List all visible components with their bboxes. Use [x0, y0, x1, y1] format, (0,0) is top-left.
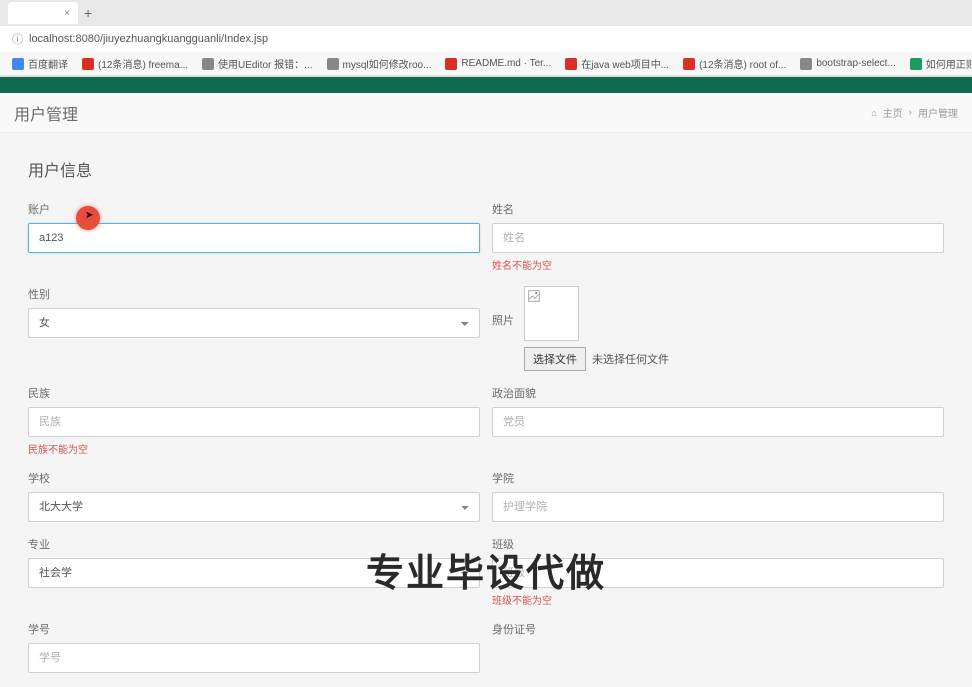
url-text: localhost:8080/jiuyezhuangkuangguanli/In…: [29, 33, 268, 45]
bookmark-favicon: [800, 58, 812, 70]
major-label: 专业: [28, 536, 480, 552]
bookmark-favicon: [565, 58, 577, 70]
school-select[interactable]: 北大大学: [28, 492, 480, 522]
account-group: 账户: [28, 201, 480, 272]
bookmark-favicon: [202, 58, 214, 70]
breadcrumb: ⌂ 主页 › 用户管理: [871, 105, 958, 120]
bookmark-label: 百度翻译: [28, 56, 68, 71]
bookmark-item[interactable]: (12条消息) freema...: [82, 56, 188, 71]
tab-bar: × +: [0, 0, 972, 26]
panel-title: 用户信息: [28, 157, 944, 181]
tab-close-icon[interactable]: ×: [64, 8, 70, 19]
bookmark-label: (12条消息) freema...: [98, 56, 188, 71]
browser-tab[interactable]: ×: [8, 2, 78, 24]
photo-preview: [524, 286, 579, 341]
account-input[interactable]: [28, 223, 480, 253]
gender-select[interactable]: 女: [28, 308, 480, 338]
class-input[interactable]: [492, 558, 944, 588]
college-label: 学院: [492, 470, 944, 486]
bookmark-label: 在java web项目中...: [581, 56, 669, 71]
ethnic-label: 民族: [28, 385, 480, 401]
bookmark-label: 使用UEditor 报错：...: [218, 56, 312, 71]
major-select[interactable]: 社会学: [28, 558, 480, 588]
choose-file-button[interactable]: 选择文件: [524, 347, 586, 371]
name-error: 姓名不能为空: [492, 257, 944, 272]
bookmark-item[interactable]: 百度翻译: [12, 56, 68, 71]
id-card-label: 身份证号: [492, 621, 944, 637]
account-label: 账户: [28, 201, 480, 217]
bookmark-label: (12条消息) root of...: [699, 56, 786, 71]
bookmark-favicon: [683, 58, 695, 70]
bookmark-item[interactable]: mysql如何修改roo...: [327, 56, 432, 71]
file-status: 未选择任何文件: [592, 351, 669, 367]
major-group: 专业 社会学: [28, 536, 480, 607]
bookmark-favicon: [910, 58, 922, 70]
bookmark-item[interactable]: bootstrap-select...: [800, 58, 895, 70]
political-group: 政治面貌: [492, 385, 944, 456]
college-input[interactable]: [492, 492, 944, 522]
top-nav-bar: [0, 77, 972, 93]
bookmark-item[interactable]: 如何用正则匹配: 2...: [910, 56, 972, 71]
school-group: 学校 北大大学: [28, 470, 480, 522]
student-id-group: 学号: [28, 621, 480, 673]
breadcrumb-home[interactable]: 主页: [883, 105, 903, 120]
college-group: 学院: [492, 470, 944, 522]
bookmark-label: bootstrap-select...: [816, 58, 895, 69]
address-bar[interactable]: ⓘ localhost:8080/jiuyezhuangkuangguanli/…: [0, 26, 972, 52]
bookmark-favicon: [82, 58, 94, 70]
class-group: 班级 班级不能为空: [492, 536, 944, 607]
name-label: 姓名: [492, 201, 944, 217]
political-label: 政治面貌: [492, 385, 944, 401]
page-title: 用户管理: [14, 101, 78, 125]
bookmark-item[interactable]: (12条消息) root of...: [683, 56, 786, 71]
breadcrumb-sep: ›: [909, 107, 912, 118]
gender-label: 性别: [28, 286, 480, 302]
ethnic-input[interactable]: [28, 407, 480, 437]
new-tab-button[interactable]: +: [84, 5, 92, 21]
ethnic-group: 民族 民族不能为空: [28, 385, 480, 456]
bookmark-item[interactable]: 在java web项目中...: [565, 56, 669, 71]
bookmark-label: 如何用正则匹配: 2...: [926, 56, 972, 71]
page-header: 用户管理 ⌂ 主页 › 用户管理: [0, 93, 972, 133]
bookmark-favicon: [445, 58, 457, 70]
photo-group-wrap: 照片 选择文件 未选择任何文件: [492, 286, 944, 371]
political-input[interactable]: [492, 407, 944, 437]
broken-image-icon: [528, 290, 540, 302]
school-label: 学校: [28, 470, 480, 486]
student-id-label: 学号: [28, 621, 480, 637]
ethnic-error: 民族不能为空: [28, 441, 480, 456]
id-card-group: 身份证号: [492, 621, 944, 673]
name-group: 姓名 姓名不能为空: [492, 201, 944, 272]
bookmark-item[interactable]: 使用UEditor 报错：...: [202, 56, 312, 71]
browser-chrome: × + ⓘ localhost:8080/jiuyezhuangkuanggua…: [0, 0, 972, 77]
bookmark-label: README.md · Ter...: [461, 58, 551, 69]
class-label: 班级: [492, 536, 944, 552]
bookmark-label: mysql如何修改roo...: [343, 56, 432, 71]
content-panel: 用户信息 账户 姓名 姓名不能为空 性别 女 照片: [0, 133, 972, 687]
form-grid: 账户 姓名 姓名不能为空 性别 女 照片: [28, 201, 944, 687]
bookmark-item[interactable]: README.md · Ter...: [445, 58, 551, 70]
info-icon: ⓘ: [12, 31, 23, 47]
bookmark-favicon: [327, 58, 339, 70]
student-id-input[interactable]: [28, 643, 480, 673]
breadcrumb-current: 用户管理: [918, 105, 958, 120]
class-error: 班级不能为空: [492, 592, 944, 607]
bookmark-favicon: [12, 58, 24, 70]
photo-label: 照片: [492, 312, 514, 328]
name-input[interactable]: [492, 223, 944, 253]
gender-group: 性别 女: [28, 286, 480, 371]
bookmarks-bar: 百度翻译 (12条消息) freema... 使用UEditor 报错：... mys…: [0, 52, 972, 76]
home-icon[interactable]: ⌂: [871, 108, 876, 118]
